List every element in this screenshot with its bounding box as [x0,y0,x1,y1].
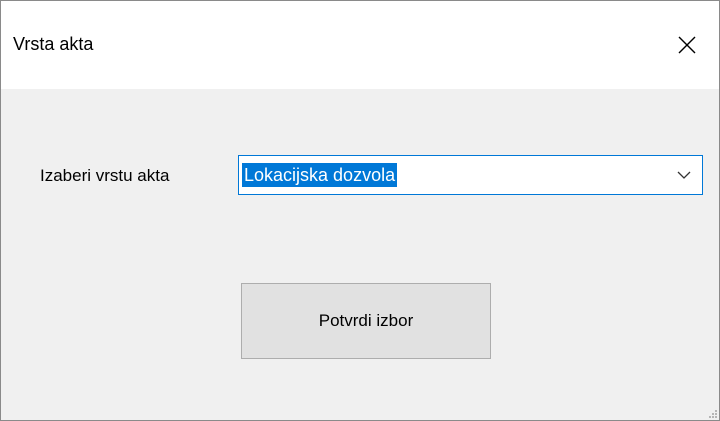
window-title: Vrsta akta [13,34,94,54]
chevron-down-icon[interactable] [676,169,692,181]
dialog-body: Izaberi vrstu akta Lokacijska dozvola Po… [1,89,719,420]
act-type-label: Izaberi vrstu akta [40,166,170,185]
act-type-selected-value: Lokacijska dozvola [242,163,398,187]
act-type-combobox[interactable]: Lokacijska dozvola [238,155,703,195]
close-icon [678,36,696,54]
dialog-window: Vrsta akta Izaberi vrstu akta Lokacijska… [0,0,720,421]
resize-grip-icon[interactable] [707,408,717,418]
close-button[interactable] [655,1,719,89]
confirm-selection-button[interactable]: Potvrdi izbor [241,283,491,359]
title-bar[interactable]: Vrsta akta [1,1,719,89]
